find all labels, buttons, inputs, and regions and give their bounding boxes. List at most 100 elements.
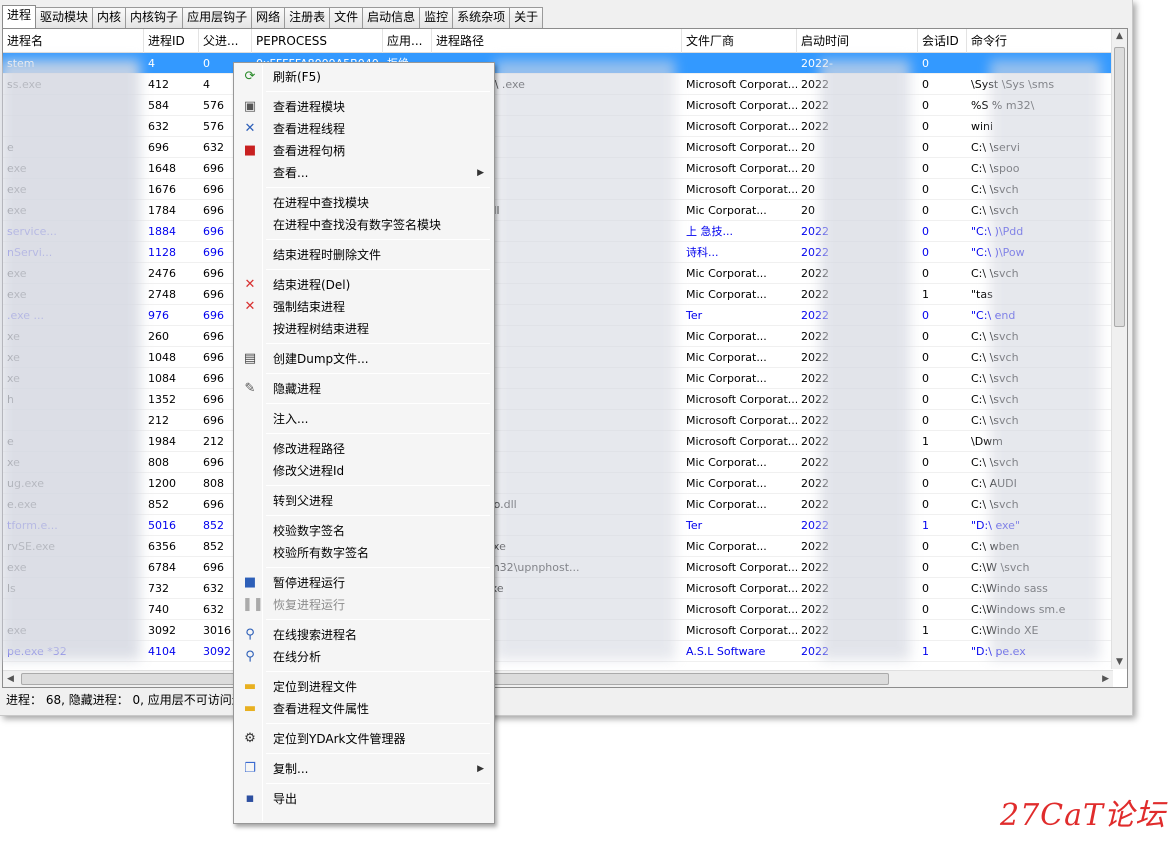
tab-10[interactable]: 系统杂项: [452, 7, 511, 28]
table-cell-vendor: Mic Corporat...: [686, 267, 767, 280]
menu-item[interactable]: ■ 查看进程句柄: [236, 140, 492, 162]
table-cell-vendor: Ter: [686, 519, 703, 532]
menu-separator: [266, 567, 490, 568]
menu-separator: [266, 239, 490, 240]
table-cell-session: 0: [922, 603, 929, 616]
menu-item[interactable]: ✕ 结束进程(Del): [236, 274, 492, 296]
folder-icon: ▬: [243, 679, 257, 694]
menu-item-label: 查看进程线程: [273, 122, 346, 136]
menu-item[interactable]: ▪ 导出: [236, 788, 492, 810]
column-header[interactable]: 文件厂商: [682, 29, 797, 53]
tab-5[interactable]: 网络: [251, 7, 286, 28]
tab-0[interactable]: 进程: [2, 5, 37, 28]
tab-2[interactable]: 内核: [92, 7, 127, 28]
table-cell-session: 0: [922, 561, 929, 574]
menu-item-label: 结束进程(Del): [273, 278, 351, 292]
column-header[interactable]: 应用...: [383, 29, 432, 53]
menu-item[interactable]: ⚲ 在线分析: [236, 646, 492, 668]
table-cell-pid: 852: [148, 498, 169, 511]
menu-item[interactable]: ⚙ 定位到YDArk文件管理器: [236, 728, 492, 750]
table-cell-vendor: Ter: [686, 309, 703, 322]
menu-separator: [266, 269, 490, 270]
menu-item[interactable]: 修改父进程Id: [236, 460, 492, 482]
table-cell-pid: 2748: [148, 288, 176, 301]
menu-item[interactable]: 在进程中查找没有数字签名模块: [236, 214, 492, 236]
vertical-scroll-thumb[interactable]: [1114, 47, 1125, 327]
close-x-icon: ✕: [244, 277, 256, 292]
column-header[interactable]: PEPROCESS: [252, 29, 383, 53]
module-icon: ▣: [243, 99, 257, 114]
scroll-up-icon[interactable]: ▲: [1116, 31, 1123, 41]
tab-4[interactable]: 应用层钩子: [182, 7, 253, 28]
menu-separator: [266, 671, 490, 672]
submenu-arrow-icon: ▶: [477, 168, 484, 178]
menu-item[interactable]: ⟳ 刷新(F5): [236, 66, 492, 88]
menu-item[interactable]: 结束进程时删除文件: [236, 244, 492, 266]
table-cell-session: 0: [922, 330, 929, 343]
table-cell-session: 0: [922, 477, 929, 490]
column-header[interactable]: 父进...: [199, 29, 252, 53]
menu-item-label: 结束进程时删除文件: [273, 248, 382, 262]
menu-item-label: 刷新(F5): [273, 70, 321, 84]
menu-item-label: 创建Dump文件...: [273, 352, 369, 366]
column-header[interactable]: 进程名: [3, 29, 144, 53]
menu-item[interactable]: 校验数字签名: [236, 520, 492, 542]
scroll-down-icon[interactable]: ▼: [1116, 657, 1123, 667]
search-icon: ⚲: [245, 649, 255, 664]
table-cell-pid: 212: [148, 414, 169, 427]
tab-3[interactable]: 内核钩子: [125, 7, 184, 28]
table-cell-vendor: A.S.L Software: [686, 645, 766, 658]
table-cell-session: 0: [922, 141, 929, 154]
horizontal-scrollbar[interactable]: ◀ ▶: [3, 670, 1113, 687]
menu-item[interactable]: ▬ 定位到进程文件: [236, 676, 492, 698]
menu-item[interactable]: ▣ 查看进程模块: [236, 96, 492, 118]
table-cell-vendor: Microsoft Corporat...: [686, 582, 797, 595]
menu-item[interactable]: 按进程树结束进程: [236, 318, 492, 340]
menu-item[interactable]: 在进程中查找模块: [236, 192, 492, 214]
column-header[interactable]: 会话ID: [918, 29, 967, 53]
table-cell-session: 0: [922, 540, 929, 553]
tab-8[interactable]: 启动信息: [362, 7, 421, 28]
tab-9[interactable]: 监控: [419, 7, 454, 28]
vertical-scrollbar[interactable]: ▲ ▼: [1111, 29, 1127, 669]
column-header[interactable]: 进程ID: [144, 29, 199, 53]
table-cell-session: 1: [922, 645, 929, 658]
scroll-left-icon[interactable]: ◀: [7, 674, 14, 684]
table-cell-pid: 1648: [148, 162, 176, 175]
column-header[interactable]: 启动时间: [797, 29, 918, 53]
menu-item-label: 在进程中查找模块: [273, 196, 370, 210]
table-cell-pid: 1084: [148, 372, 176, 385]
menu-item[interactable]: 校验所有数字签名: [236, 542, 492, 564]
menu-item[interactable]: ✕ 查看进程线程: [236, 118, 492, 140]
table-cell-session: 0: [922, 414, 929, 427]
menu-item[interactable]: ▤ 创建Dump文件...: [236, 348, 492, 370]
tab-11[interactable]: 关于: [509, 7, 544, 28]
menu-item[interactable]: 查看... ▶: [236, 162, 492, 184]
menu-item[interactable]: 转到父进程: [236, 490, 492, 512]
menu-item-label: 转到父进程: [273, 494, 334, 508]
table-cell-vendor: Microsoft Corporat...: [686, 162, 797, 175]
tab-6[interactable]: 注册表: [284, 7, 331, 28]
redaction-blur: [820, 60, 910, 660]
menu-item[interactable]: ■ 暂停进程运行: [236, 572, 492, 594]
table-cell-pid: 740: [148, 603, 169, 616]
menu-item[interactable]: ▬ 查看进程文件属性: [236, 698, 492, 720]
menu-item[interactable]: 修改进程路径: [236, 438, 492, 460]
column-header[interactable]: 命令行: [967, 29, 1113, 53]
menu-item[interactable]: 注入...: [236, 408, 492, 430]
menu-item-label: 注入...: [273, 412, 309, 426]
tab-1[interactable]: 驱动模块: [35, 7, 94, 28]
close-x-icon: ✕: [244, 299, 256, 314]
table-cell-vendor: 上 急技...: [686, 225, 733, 238]
menu-item[interactable]: ⚲ 在线搜索进程名: [236, 624, 492, 646]
menu-item[interactable]: ✎ 隐藏进程: [236, 378, 492, 400]
scroll-right-icon[interactable]: ▶: [1102, 674, 1109, 684]
tab-7[interactable]: 文件: [329, 7, 364, 28]
table-cell-session: 1: [922, 435, 929, 448]
menu-item[interactable]: ✕ 强制结束进程: [236, 296, 492, 318]
watermark: 27CaT论坛: [1000, 798, 1167, 833]
menu-item[interactable]: ❐ 复制... ▶: [236, 758, 492, 780]
tab-bar: 进程 驱动模块 内核 内核钩子 应用层钩子 网络 注册表 文件 启动信息 监控 系统杂项 关于: [2, 5, 544, 28]
column-header[interactable]: 进程路径: [432, 29, 682, 53]
menu-separator: [266, 91, 490, 92]
